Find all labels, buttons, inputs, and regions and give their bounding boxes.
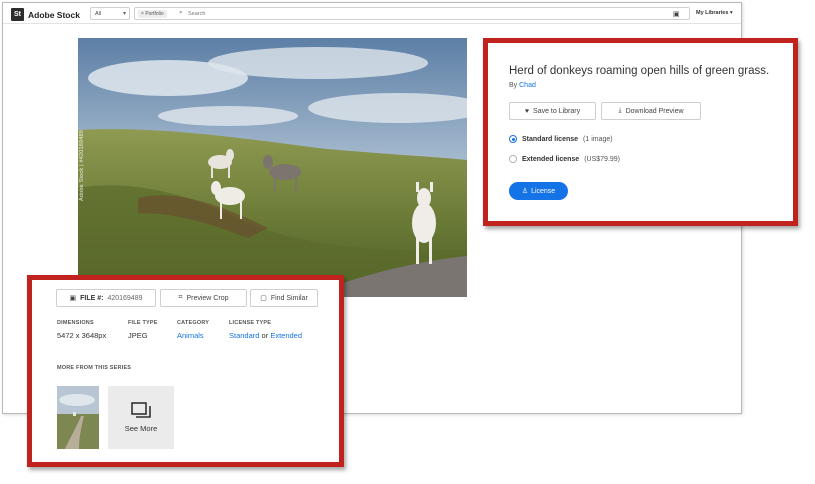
- file-type-label: FILE TYPE: [128, 320, 158, 326]
- portfolio-chip[interactable]: × Portfolio: [138, 10, 167, 18]
- file-number-button[interactable]: ▣ FILE #: 420169489: [56, 289, 156, 307]
- license-or-text: or: [261, 331, 269, 340]
- image-icon: ▣: [69, 295, 77, 302]
- byline: By Chad: [509, 82, 536, 89]
- portfolio-chip-label: Portfolio: [145, 11, 164, 17]
- donkey-photo-illustration: [78, 38, 467, 297]
- standard-license-option[interactable]: Standard license (1 image): [509, 135, 613, 143]
- chevron-down-icon: ▾: [122, 11, 126, 17]
- see-more-button[interactable]: See More: [108, 386, 174, 449]
- extended-license-label: Extended license: [522, 155, 580, 163]
- license-type-label: LICENSE TYPE: [229, 320, 272, 326]
- radio-selected-icon[interactable]: [509, 135, 517, 143]
- save-to-library-label: Save to Library: [533, 107, 581, 115]
- crop-icon: ⌗: [178, 294, 183, 301]
- search-icon: ⌕: [179, 9, 183, 16]
- find-similar-icon: ▢: [260, 295, 267, 302]
- stack-icon: [131, 402, 151, 418]
- my-libraries-label: My Libraries: [696, 10, 729, 16]
- license-panel: Herd of donkeys roaming open hills of gr…: [483, 38, 798, 226]
- series-thumbnail[interactable]: [57, 386, 99, 449]
- see-more-label: See More: [124, 424, 158, 433]
- category-label: CATEGORY: [177, 320, 210, 326]
- by-label: By: [509, 82, 518, 89]
- dimensions-value: 5472 x 3648px: [57, 331, 107, 340]
- category-field: CATEGORY Animals: [177, 320, 209, 340]
- donkey-photo[interactable]: [78, 38, 467, 297]
- author-link[interactable]: Chad: [519, 82, 536, 89]
- standard-license-label: Standard license: [522, 135, 579, 143]
- image-title: Herd of donkeys roaming open hills of gr…: [509, 65, 770, 77]
- license-button-label: License: [531, 187, 556, 195]
- file-info-panel: ▣ FILE #: 420169489 ⌗ Preview Crop ▢ Fin…: [27, 275, 344, 467]
- image-watermark: Adobe Stock | #420169489: [79, 129, 85, 201]
- save-to-library-button[interactable]: ♥ Save to Library: [509, 102, 596, 120]
- radio-unselected-icon[interactable]: [509, 155, 517, 163]
- download-preview-button[interactable]: ⤓ Download Preview: [601, 102, 701, 120]
- adobe-stock-logo[interactable]: St Adobe Stock: [11, 8, 80, 21]
- logo-text: Adobe Stock: [28, 9, 80, 20]
- extended-license-link[interactable]: Extended: [270, 331, 302, 340]
- search-box[interactable]: × Portfolio ⌕: [134, 7, 690, 20]
- preview-crop-button[interactable]: ⌗ Preview Crop: [160, 289, 247, 307]
- license-icon: ♙: [521, 188, 529, 195]
- creative-cloud-icon[interactable]: ▣: [673, 10, 680, 18]
- search-input[interactable]: [188, 9, 668, 19]
- extended-license-option[interactable]: Extended license (US$79.99): [509, 155, 620, 163]
- license-button[interactable]: ♙ License: [509, 182, 568, 200]
- file-type-field: FILE TYPE JPEG: [128, 320, 158, 340]
- file-number-value: 420169489: [107, 294, 143, 302]
- preview-crop-label: Preview Crop: [186, 294, 229, 302]
- top-bar: St Adobe Stock All ▾ × Portfolio ⌕ ▣ My …: [3, 3, 741, 24]
- filter-select[interactable]: All ▾: [90, 7, 130, 20]
- download-preview-label: Download Preview: [625, 107, 684, 115]
- download-icon: ⤓: [618, 107, 622, 114]
- category-link[interactable]: Animals: [177, 331, 204, 340]
- more-from-series-label: MORE FROM THIS SERIES: [57, 365, 132, 371]
- dimensions-label: DIMENSIONS: [57, 320, 94, 326]
- license-type-field: LICENSE TYPE Standard or Extended: [229, 320, 302, 340]
- file-type-value: JPEG: [128, 331, 148, 340]
- dimensions-field: DIMENSIONS 5472 x 3648px: [57, 320, 106, 340]
- find-similar-button[interactable]: ▢ Find Similar: [250, 289, 318, 307]
- logo-badge: St: [11, 8, 24, 21]
- file-number-label: FILE #:: [80, 294, 104, 302]
- series-thumbnail-illustration: [57, 386, 99, 449]
- standard-license-note: (1 image): [583, 135, 613, 143]
- filter-value: All: [95, 11, 102, 17]
- extended-license-note: (US$79.99): [584, 155, 620, 163]
- my-libraries-menu[interactable]: My Libraries ▾: [696, 10, 733, 16]
- standard-license-link[interactable]: Standard: [229, 331, 259, 340]
- find-similar-label: Find Similar: [270, 294, 308, 302]
- heart-icon: ♥: [524, 107, 530, 115]
